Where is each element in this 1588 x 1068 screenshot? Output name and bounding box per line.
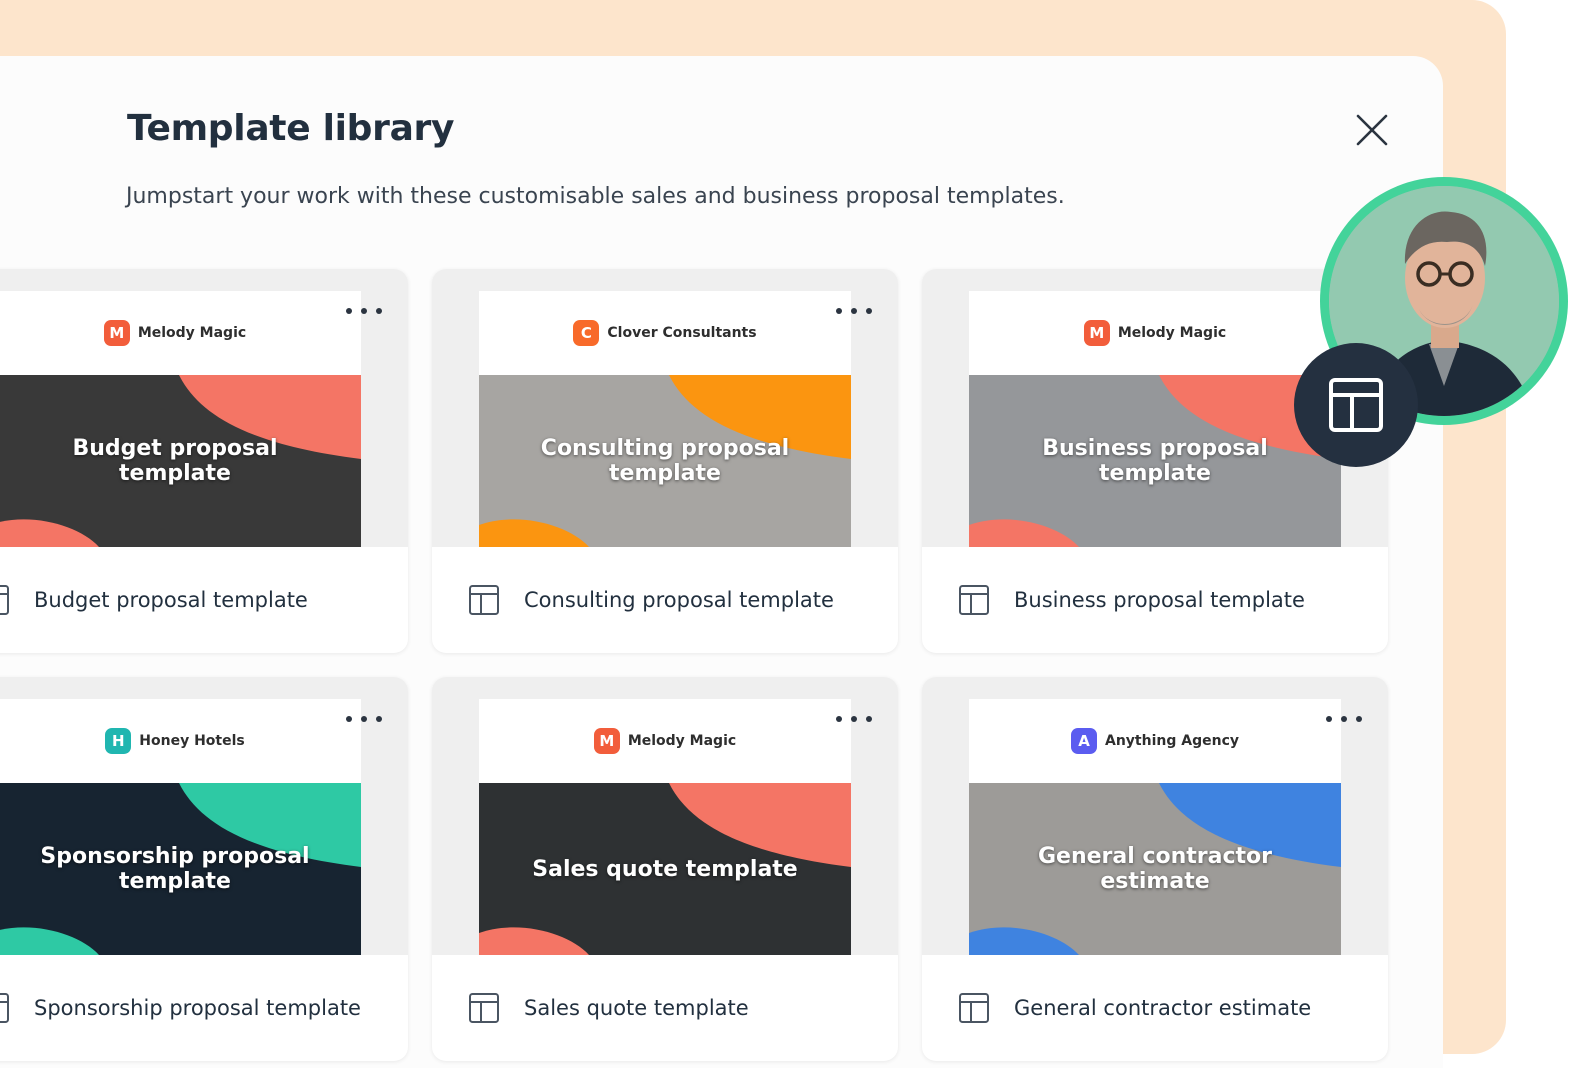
- brand-name: Melody Magic: [1117, 325, 1227, 341]
- hero-image: Business proposal template: [969, 375, 1341, 547]
- close-button[interactable]: [1350, 108, 1394, 152]
- card-footer[interactable]: Budget proposal template: [0, 547, 408, 653]
- hero-image: Sales quote template: [479, 783, 851, 955]
- card-footer[interactable]: General contractor estimate: [922, 955, 1388, 1061]
- template-name: Sales quote template: [524, 996, 749, 1020]
- hero-title: Business proposal template: [1042, 436, 1268, 486]
- template-layout-icon: [0, 992, 10, 1024]
- brand-name: Melody Magic: [137, 325, 247, 341]
- template-card[interactable]: C Clover Consultants Consulting proposal…: [432, 269, 898, 653]
- template-card[interactable]: H Honey Hotels Sponsorship proposal temp…: [0, 677, 408, 1061]
- brand-name: Anything Agency: [1105, 733, 1239, 749]
- template-layout-icon: [468, 584, 500, 616]
- brand-header: M Melody Magic: [479, 699, 851, 783]
- brand-header: C Clover Consultants: [479, 291, 851, 375]
- template-name: General contractor estimate: [1014, 996, 1312, 1020]
- template-layout-icon: [1329, 378, 1383, 432]
- template-document: H Honey Hotels Sponsorship proposal temp…: [0, 699, 361, 955]
- template-preview: A Anything Agency General contractor est…: [922, 677, 1388, 955]
- brand-name: Melody Magic: [627, 733, 737, 749]
- card-footer[interactable]: Consulting proposal template: [432, 547, 898, 653]
- template-card[interactable]: M Melody Magic Business proposal templat…: [922, 269, 1388, 653]
- template-layout-icon: [468, 992, 500, 1024]
- brand-logo-icon: M: [593, 728, 620, 754]
- template-card[interactable]: M Melody Magic Budget proposal template: [0, 269, 408, 653]
- brand-logo-icon: H: [105, 728, 132, 754]
- template-layout-icon: [958, 992, 990, 1024]
- template-name: Sponsorship proposal template: [34, 996, 361, 1020]
- brand-header: A Anything Agency: [969, 699, 1341, 783]
- template-document: M Melody Magic Business proposal templat…: [969, 291, 1341, 547]
- template-layout-icon: [958, 584, 990, 616]
- template-document: M Melody Magic Sales quote template: [479, 699, 851, 955]
- template-document: M Melody Magic Budget proposal template: [0, 291, 361, 547]
- more-options-button[interactable]: [346, 303, 382, 319]
- template-preview: H Honey Hotels Sponsorship proposal temp…: [0, 677, 408, 955]
- modal-subtitle: Jumpstart your work with these customisa…: [126, 184, 1065, 209]
- template-name: Consulting proposal template: [524, 588, 834, 612]
- template-layout-icon: [0, 584, 10, 616]
- template-name: Budget proposal template: [34, 588, 308, 612]
- brand-header: H Honey Hotels: [0, 699, 361, 783]
- template-document: C Clover Consultants Consulting proposal…: [479, 291, 851, 547]
- brand-logo-icon: A: [1071, 728, 1097, 754]
- hero-title: Sponsorship proposal template: [40, 844, 310, 894]
- card-footer[interactable]: Sponsorship proposal template: [0, 955, 408, 1061]
- hero-image: General contractor estimate: [969, 783, 1341, 955]
- more-options-button[interactable]: [1326, 711, 1362, 727]
- brand-name: Clover Consultants: [607, 325, 757, 341]
- hero-title: Consulting proposal template: [540, 436, 790, 486]
- brand-logo-icon: C: [573, 320, 600, 346]
- more-options-button[interactable]: [836, 303, 872, 319]
- brand-header: M Melody Magic: [969, 291, 1341, 375]
- hero-title: Budget proposal template: [72, 436, 278, 486]
- template-name: Business proposal template: [1014, 588, 1305, 612]
- more-options-button[interactable]: [836, 711, 872, 727]
- template-card[interactable]: M Melody Magic Sales quote template Sale…: [432, 677, 898, 1061]
- modal-title: Template library: [127, 108, 455, 149]
- brand-logo-icon: M: [103, 320, 130, 346]
- hero-image: Consulting proposal template: [479, 375, 851, 547]
- brand-name: Honey Hotels: [139, 733, 245, 749]
- hero-title: Sales quote template: [532, 856, 798, 882]
- template-document: A Anything Agency General contractor est…: [969, 699, 1341, 955]
- template-library-modal: Template library Jumpstart your work wit…: [0, 56, 1443, 1068]
- brand-header: M Melody Magic: [0, 291, 361, 375]
- card-footer[interactable]: Business proposal template: [922, 547, 1388, 653]
- template-preview: C Clover Consultants Consulting proposal…: [432, 269, 898, 547]
- hero-image: Budget proposal template: [0, 375, 361, 547]
- template-preview: M Melody Magic Budget proposal template: [0, 269, 408, 547]
- hero-title: General contractor estimate: [1037, 844, 1272, 894]
- hero-image: Sponsorship proposal template: [0, 783, 361, 955]
- more-options-button[interactable]: [346, 711, 382, 727]
- card-footer[interactable]: Sales quote template: [432, 955, 898, 1061]
- close-icon: [1356, 114, 1388, 146]
- template-card[interactable]: A Anything Agency General contractor est…: [922, 677, 1388, 1061]
- template-badge[interactable]: [1294, 343, 1418, 467]
- template-preview: M Melody Magic Sales quote template: [432, 677, 898, 955]
- brand-logo-icon: M: [1083, 320, 1110, 346]
